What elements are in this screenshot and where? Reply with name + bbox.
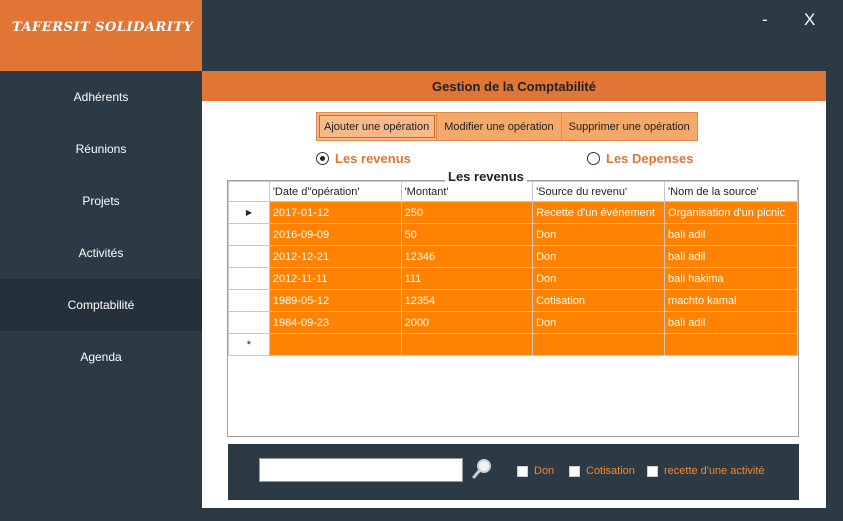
new-row-marker: * (228, 333, 270, 356)
sidebar-item-comptabilite[interactable]: Comptabilité (0, 279, 202, 331)
radio-revenus[interactable]: Les revenus (316, 151, 411, 166)
row-selector[interactable] (228, 267, 270, 290)
new-cell-source[interactable] (532, 333, 666, 356)
revenus-grid[interactable]: 'Date d''opération' 'Montant' 'Source du… (227, 180, 799, 437)
cell-montant[interactable]: 12354 (400, 289, 534, 312)
radio-revenus-label: Les revenus (335, 151, 411, 166)
cell-nom-source[interactable]: bali adil (664, 311, 798, 334)
row-selector[interactable] (228, 223, 270, 246)
cell-source[interactable]: Don (532, 311, 666, 334)
column-header-montant[interactable]: 'Montant' (400, 181, 534, 202)
cell-date[interactable]: 2017-01-12 (268, 201, 402, 224)
checkbox-cotisation-label: Cotisation (586, 465, 635, 477)
table-row[interactable]: ▶ 2017-01-12 250 Recette d'un événement … (228, 201, 798, 224)
search-icon[interactable] (471, 457, 493, 481)
cell-source[interactable]: Recette d'un événement (532, 201, 666, 224)
table-row[interactable]: 2012-12-21 12346 Don bali adil (228, 245, 798, 268)
table-row[interactable]: 1989-05-12 12354 Cotisation machto kamal (228, 289, 798, 312)
logo-text: TAFERSIT SOLIDARITY (12, 20, 194, 35)
cell-nom-source[interactable]: bali adil (664, 245, 798, 268)
app-logo: TAFERSIT SOLIDARITY (0, 0, 202, 71)
checkbox-recette-activite-label: recette d'une activité (664, 465, 765, 477)
sidebar-item-agenda[interactable]: Agenda (0, 331, 202, 383)
column-header-source[interactable]: 'Source du revenu' (532, 181, 666, 202)
cell-source[interactable]: Don (532, 245, 666, 268)
new-cell-nom-source[interactable] (664, 333, 798, 356)
table-row[interactable]: 1984-09-23 2000 Don bali adil (228, 311, 798, 334)
sidebar-item-projets[interactable]: Projets (0, 175, 202, 227)
new-cell-date[interactable] (268, 333, 402, 356)
row-selector[interactable] (228, 311, 270, 334)
current-row-indicator-icon: ▶ (228, 201, 270, 224)
checkbox-don-label: Don (534, 465, 555, 477)
cell-source[interactable]: Don (532, 223, 666, 246)
cell-source[interactable]: Cotisation (532, 289, 666, 312)
edit-operation-button[interactable]: Modifier une opération (437, 113, 562, 140)
checkbox-don-box[interactable] (517, 465, 528, 477)
radio-depenses-circle[interactable] (587, 152, 600, 165)
search-input[interactable] (259, 458, 463, 482)
sidebar: Adhérents Réunions Projets Activités Com… (0, 71, 202, 521)
cell-nom-source[interactable]: bali adil (664, 223, 798, 246)
minimize-button[interactable]: - (762, 10, 768, 30)
cell-nom-source[interactable]: bali hakima (664, 267, 798, 290)
add-operation-button[interactable]: Ajouter une opération (317, 113, 438, 140)
close-button[interactable]: X (804, 10, 815, 30)
table-header-row: 'Date d''opération' 'Montant' 'Source du… (228, 181, 798, 202)
revenus-table: 'Date d''opération' 'Montant' 'Source du… (228, 181, 798, 356)
checkbox-don[interactable]: Don (517, 465, 554, 477)
cell-nom-source[interactable]: Organisation d'un picnic (664, 201, 798, 224)
column-header-nom-source[interactable]: 'Nom de la source' (664, 181, 798, 202)
checkbox-cotisation-box[interactable] (569, 465, 580, 477)
cell-montant[interactable]: 2000 (400, 311, 534, 334)
cell-montant[interactable]: 111 (400, 267, 534, 290)
sidebar-item-reunions[interactable]: Réunions (0, 123, 202, 175)
table-row[interactable]: 2016-09-09 50 Don bali adil (228, 223, 798, 246)
cell-date[interactable]: 2012-12-21 (268, 245, 402, 268)
cell-source[interactable]: Don (532, 267, 666, 290)
new-row[interactable]: * (228, 333, 798, 356)
sidebar-item-activites[interactable]: Activités (0, 227, 202, 279)
checkbox-recette-activite-box[interactable] (647, 465, 658, 477)
column-header-date[interactable]: 'Date d''opération' (268, 181, 402, 202)
cell-date[interactable]: 2016-09-09 (268, 223, 402, 246)
cell-montant[interactable]: 50 (400, 223, 534, 246)
cell-nom-source[interactable]: machto kamal (664, 289, 798, 312)
cell-date[interactable]: 1984-09-23 (268, 311, 402, 334)
page-title: Gestion de la Comptabilité (202, 71, 826, 101)
radio-depenses-label: Les Depenses (606, 151, 694, 166)
main-panel: Gestion de la Comptabilité Ajouter une o… (202, 71, 826, 508)
group-title: Les revenus (445, 169, 527, 184)
radio-revenus-circle[interactable] (316, 152, 329, 165)
row-selector[interactable] (228, 245, 270, 268)
checkbox-cotisation[interactable]: Cotisation (569, 465, 635, 477)
filter-bar: Don Cotisation recette d'une activité (228, 444, 799, 500)
cell-montant[interactable]: 12346 (400, 245, 534, 268)
checkbox-recette-activite[interactable]: recette d'une activité (647, 465, 765, 477)
cell-date[interactable]: 2012-11-11 (268, 267, 402, 290)
cell-date[interactable]: 1989-05-12 (268, 289, 402, 312)
operation-button-group: Ajouter une opération Modifier une opéra… (316, 112, 698, 141)
row-selector-header (228, 181, 270, 202)
table-row[interactable]: 2012-11-11 111 Don bali hakima (228, 267, 798, 290)
delete-operation-button[interactable]: Supprimer une opération (561, 113, 697, 140)
radio-depenses[interactable]: Les Depenses (587, 151, 693, 166)
new-cell-montant[interactable] (400, 333, 534, 356)
sidebar-item-adherents[interactable]: Adhérents (0, 71, 202, 123)
row-selector[interactable] (228, 289, 270, 312)
cell-montant[interactable]: 250 (400, 201, 534, 224)
